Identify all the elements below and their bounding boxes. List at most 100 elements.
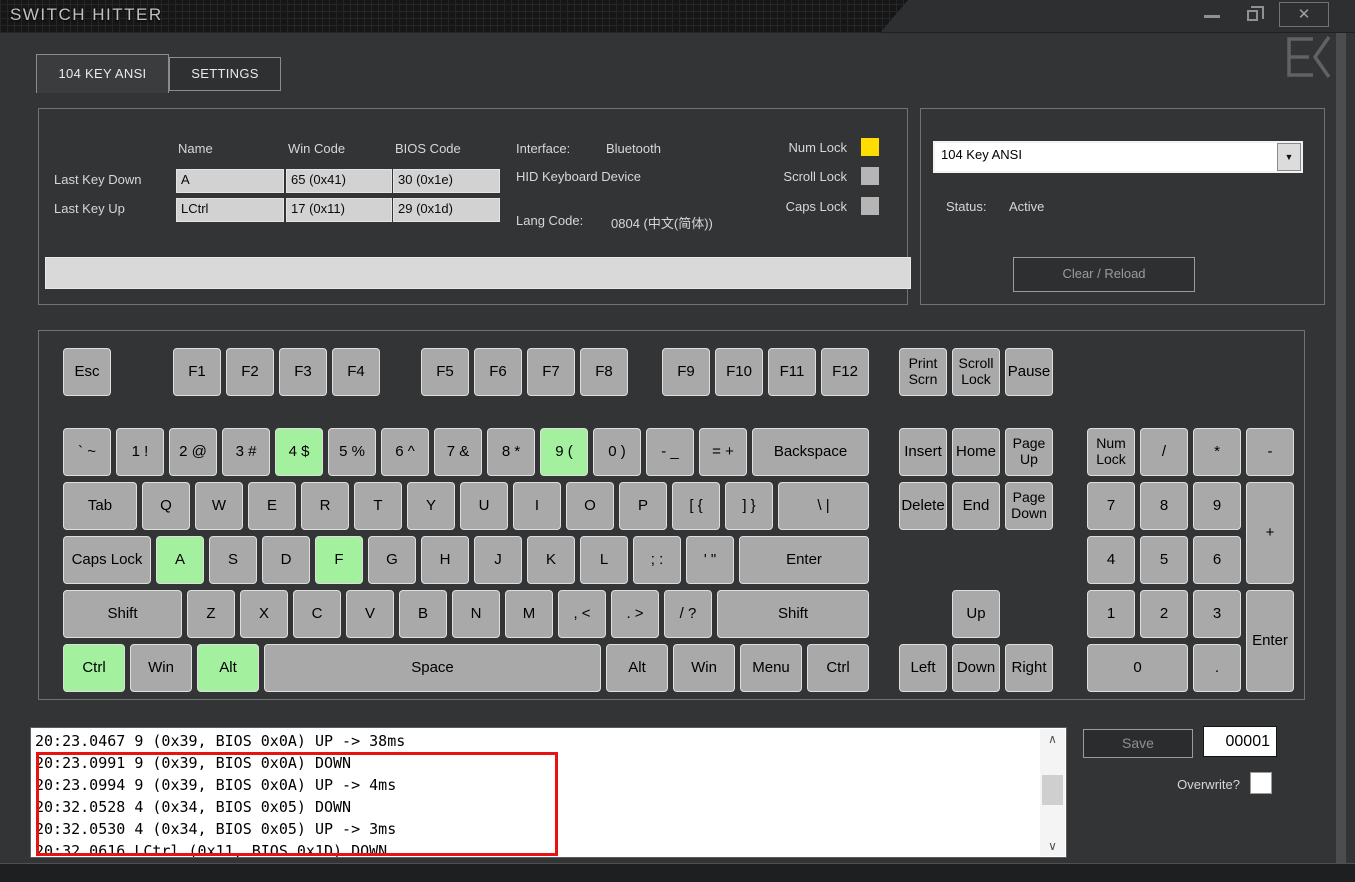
close-button[interactable]: ✕ <box>1279 2 1329 27</box>
key-home: Home <box>952 428 1000 476</box>
key-num-lock: Num Lock <box>1087 428 1135 476</box>
key-m: M <box>505 590 553 638</box>
key-p: P <box>619 482 667 530</box>
key-arrow-up: Up <box>952 590 1000 638</box>
last-key-down-win-code-field: 65 (0x41) <box>286 169 392 193</box>
column-header-win-code: Win Code <box>288 141 345 156</box>
info-panel: Name Win Code BIOS Code Last Key Down A … <box>38 108 908 305</box>
key-f9: F9 <box>662 348 710 396</box>
key-o: O <box>566 482 614 530</box>
key-w: W <box>195 482 243 530</box>
key-menu: Menu <box>740 644 802 692</box>
lang-code-label: Lang Code: <box>516 213 583 228</box>
scroll-down-button[interactable]: ∨ <box>1040 836 1065 856</box>
clear-reload-button[interactable]: Clear / Reload <box>1013 257 1195 292</box>
key-arrow-down: Down <box>952 644 1000 692</box>
key-numpad-0: 0 <box>1087 644 1188 692</box>
key-f4: F4 <box>332 348 380 396</box>
key-left-alt: Alt <box>197 644 259 692</box>
key-3: 3 # <box>222 428 270 476</box>
key-numpad-decimal: . <box>1193 644 1241 692</box>
numpad-cluster: Num Lock/*-789+456123Enter0. <box>1087 428 1294 692</box>
key-left-ctrl: Ctrl <box>63 644 125 692</box>
key-u: U <box>460 482 508 530</box>
key-numpad-4: 4 <box>1087 536 1135 584</box>
key-2: 2 @ <box>169 428 217 476</box>
device-name: HID Keyboard Device <box>516 169 641 184</box>
window-right-frame <box>1336 33 1346 863</box>
dropdown-arrow-button[interactable]: ▼ <box>1277 143 1301 171</box>
key-f10: F10 <box>715 348 763 396</box>
key-v: V <box>346 590 394 638</box>
key-tab: Tab <box>63 482 137 530</box>
log-line: 20:23.0467 9 (0x39, BIOS 0x0A) UP -> 38m… <box>35 730 1038 752</box>
test-input[interactable] <box>45 257 911 289</box>
key-k: K <box>527 536 575 584</box>
key-caps-lock: Caps Lock <box>63 536 151 584</box>
key-page-up: Page Up <box>1005 428 1053 476</box>
key-left-win: Win <box>130 644 192 692</box>
key-page-down: Page Down <box>1005 482 1053 530</box>
scroll-up-button[interactable]: ∧ <box>1040 729 1065 749</box>
key-x: X <box>240 590 288 638</box>
key-f12: F12 <box>821 348 869 396</box>
interface-label: Interface: <box>516 141 570 156</box>
key-numpad-multiply: * <box>1193 428 1241 476</box>
key-f6: F6 <box>474 348 522 396</box>
key-f2: F2 <box>226 348 274 396</box>
last-key-down-label: Last Key Down <box>54 172 141 187</box>
window-bottom-band <box>0 863 1355 882</box>
key-right-ctrl: Ctrl <box>807 644 869 692</box>
key-esc: Esc <box>63 348 111 396</box>
last-key-down-bios-code-field: 30 (0x1e) <box>393 169 500 193</box>
log-box[interactable]: 20:23.0467 9 (0x39, BIOS 0x0A) UP -> 38m… <box>30 727 1067 858</box>
interface-value: Bluetooth <box>606 141 661 156</box>
chevron-down-icon: ▼ <box>1285 152 1294 162</box>
last-key-down-name-field: A <box>176 169 284 193</box>
overwrite-checkbox[interactable] <box>1250 772 1272 794</box>
lock-indicator <box>861 197 879 215</box>
lock-indicator <box>861 138 879 156</box>
lock-indicator <box>861 167 879 185</box>
scroll-thumb[interactable] <box>1042 775 1063 805</box>
key-backslash: \ | <box>778 482 869 530</box>
log-line: 20:23.0991 9 (0x39, BIOS 0x0A) DOWN <box>35 752 1038 774</box>
maximize-button[interactable] <box>1238 2 1270 28</box>
key-d: D <box>262 536 310 584</box>
key-numpad-7: 7 <box>1087 482 1135 530</box>
key-f7: F7 <box>527 348 575 396</box>
key-arrow-left: Left <box>899 644 947 692</box>
key-i: I <box>513 482 561 530</box>
system-key-cluster: Print ScrnScroll LockPause <box>899 348 1053 396</box>
key-pause: Pause <box>1005 348 1053 396</box>
key-s: S <box>209 536 257 584</box>
log-text: 20:23.0467 9 (0x39, BIOS 0x0A) UP -> 38m… <box>35 730 1038 858</box>
key-numpad-1: 1 <box>1087 590 1135 638</box>
key-insert: Insert <box>899 428 947 476</box>
key-5: 5 % <box>328 428 376 476</box>
key-4: 4 $ <box>275 428 323 476</box>
log-scrollbar[interactable]: ∧ ∨ <box>1040 729 1065 856</box>
close-icon: ✕ <box>1298 6 1311 23</box>
key-delete: Delete <box>899 482 947 530</box>
layout-dropdown[interactable]: 104 Key ANSI ▼ <box>933 141 1303 173</box>
key-comma: , < <box>558 590 606 638</box>
key-right-shift: Shift <box>717 590 869 638</box>
tab-104-key-ansi[interactable]: 104 KEY ANSI <box>36 54 169 93</box>
key-numpad-divide: / <box>1140 428 1188 476</box>
key-f5: F5 <box>421 348 469 396</box>
key-f8: F8 <box>580 348 628 396</box>
maximize-icon <box>1247 10 1258 21</box>
key-n: N <box>452 590 500 638</box>
save-button[interactable]: Save <box>1083 729 1193 758</box>
tab-settings[interactable]: SETTINGS <box>169 57 281 91</box>
minimize-button[interactable] <box>1196 4 1228 28</box>
key-f3: F3 <box>279 348 327 396</box>
last-key-up-bios-code-field: 29 (0x1d) <box>393 198 500 222</box>
key-f11: F11 <box>768 348 816 396</box>
key-0: 0 ) <box>593 428 641 476</box>
key-1: 1 ! <box>116 428 164 476</box>
counter-field[interactable] <box>1203 726 1277 757</box>
key-numpad-plus: + <box>1246 482 1294 584</box>
key-j: J <box>474 536 522 584</box>
